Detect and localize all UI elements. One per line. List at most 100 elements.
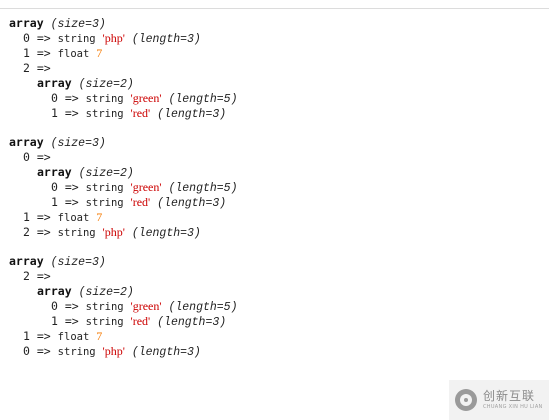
row-arrow: => bbox=[36, 61, 51, 75]
row-length: (length=5) bbox=[168, 301, 238, 314]
row-type: string bbox=[57, 346, 96, 358]
row-arrow: => bbox=[64, 106, 79, 120]
var-dump-output: array (size=3) 0 => string 'php' (length… bbox=[9, 16, 539, 373]
row-length: (length=3) bbox=[131, 227, 201, 240]
nested-array-row: 0 => string 'green' (length=5) bbox=[9, 91, 539, 106]
array-row: 2 => string 'php' (length=3) bbox=[9, 225, 539, 240]
row-key: 1 bbox=[23, 329, 30, 343]
array-row: 0 => string 'php' (length=3) bbox=[9, 31, 539, 46]
nested-array-row: 0 => string 'green' (length=5) bbox=[9, 299, 539, 314]
row-arrow: => bbox=[36, 329, 51, 343]
row-length: (length=5) bbox=[168, 93, 238, 106]
row-key: 1 bbox=[51, 195, 58, 209]
array-size: (size=3) bbox=[50, 18, 106, 31]
row-length: (length=3) bbox=[157, 197, 227, 210]
row-arrow: => bbox=[64, 195, 79, 209]
array-row: 1 => float 7 bbox=[9, 210, 539, 225]
row-key: 2 bbox=[23, 225, 30, 239]
row-key: 0 bbox=[23, 150, 30, 164]
row-string-value: 'red' bbox=[130, 106, 151, 120]
array-label: array bbox=[37, 76, 72, 90]
row-key: 0 bbox=[23, 344, 30, 358]
row-type: string bbox=[85, 108, 124, 120]
row-arrow: => bbox=[36, 210, 51, 224]
row-key: 1 bbox=[51, 314, 58, 328]
array-size: (size=3) bbox=[50, 256, 106, 269]
array-size: (size=2) bbox=[78, 78, 134, 91]
row-float-value: 7 bbox=[96, 46, 103, 60]
row-arrow: => bbox=[36, 269, 51, 283]
row-float-value: 7 bbox=[96, 329, 103, 343]
array-row: 2 => bbox=[9, 269, 539, 284]
row-arrow: => bbox=[64, 91, 79, 105]
nested-array-row: 1 => string 'red' (length=3) bbox=[9, 195, 539, 210]
array-size: (size=2) bbox=[78, 286, 134, 299]
nested-array-row: 1 => string 'red' (length=3) bbox=[9, 106, 539, 121]
row-length: (length=3) bbox=[157, 108, 227, 121]
row-type: float bbox=[57, 212, 90, 224]
row-key: 0 bbox=[51, 91, 58, 105]
row-string-value: 'red' bbox=[130, 195, 151, 209]
row-key: 1 bbox=[23, 46, 30, 60]
array-label: array bbox=[9, 135, 44, 149]
watermark-text: 创新互联 CHUANG XIN HU LIAN bbox=[483, 390, 543, 410]
row-string-value: 'php' bbox=[102, 344, 125, 358]
row-string-value: 'green' bbox=[130, 91, 162, 105]
row-float-value: 7 bbox=[96, 210, 103, 224]
row-type: string bbox=[57, 227, 96, 239]
row-key: 0 bbox=[23, 31, 30, 45]
watermark: 创新互联 CHUANG XIN HU LIAN bbox=[449, 380, 549, 420]
row-key: 0 bbox=[51, 180, 58, 194]
row-type: float bbox=[57, 48, 90, 60]
array-header: array (size=3) bbox=[9, 135, 539, 150]
row-string-value: 'green' bbox=[130, 299, 162, 313]
watermark-main: 创新互联 bbox=[483, 389, 536, 403]
row-length: (length=3) bbox=[131, 33, 201, 46]
row-arrow: => bbox=[36, 344, 51, 358]
array-label: array bbox=[37, 165, 72, 179]
nested-array-row: 0 => string 'green' (length=5) bbox=[9, 180, 539, 195]
row-key: 1 bbox=[51, 106, 58, 120]
array-row: 1 => float 7 bbox=[9, 46, 539, 61]
array-label: array bbox=[9, 254, 44, 268]
row-type: string bbox=[57, 33, 96, 45]
array-label: array bbox=[9, 16, 44, 30]
array-size: (size=2) bbox=[78, 167, 134, 180]
nested-array-header: array (size=2) bbox=[9, 165, 539, 180]
row-key: 1 bbox=[23, 210, 30, 224]
nested-array-header: array (size=2) bbox=[9, 284, 539, 299]
array-row: 2 => bbox=[9, 61, 539, 76]
row-string-value: 'red' bbox=[130, 314, 151, 328]
array-size: (size=3) bbox=[50, 137, 106, 150]
row-string-value: 'green' bbox=[130, 180, 162, 194]
dump-block-3: array (size=3) 2 => array (size=2) 0 => … bbox=[9, 254, 539, 359]
row-arrow: => bbox=[36, 225, 51, 239]
row-key: 2 bbox=[23, 61, 30, 75]
row-arrow: => bbox=[36, 31, 51, 45]
array-header: array (size=3) bbox=[9, 254, 539, 269]
row-length: (length=5) bbox=[168, 182, 238, 195]
row-type: float bbox=[57, 331, 90, 343]
nested-array-header: array (size=2) bbox=[9, 76, 539, 91]
array-row: 1 => float 7 bbox=[9, 329, 539, 344]
dump-block-1: array (size=3) 0 => string 'php' (length… bbox=[9, 16, 539, 121]
row-arrow: => bbox=[36, 46, 51, 60]
row-string-value: 'php' bbox=[102, 31, 125, 45]
row-type: string bbox=[85, 316, 124, 328]
row-type: string bbox=[85, 93, 124, 105]
row-key: 0 bbox=[51, 299, 58, 313]
row-arrow: => bbox=[64, 299, 79, 313]
dump-block-2: array (size=3) 0 => array (size=2) 0 => … bbox=[9, 135, 539, 240]
row-length: (length=3) bbox=[131, 346, 201, 359]
cx-logo-icon bbox=[455, 389, 477, 411]
row-key: 2 bbox=[23, 269, 30, 283]
row-arrow: => bbox=[64, 180, 79, 194]
array-header: array (size=3) bbox=[9, 16, 539, 31]
row-arrow: => bbox=[36, 150, 51, 164]
watermark-sub: CHUANG XIN HU LIAN bbox=[483, 404, 543, 410]
array-label: array bbox=[37, 284, 72, 298]
nested-array-row: 1 => string 'red' (length=3) bbox=[9, 314, 539, 329]
row-type: string bbox=[85, 301, 124, 313]
row-type: string bbox=[85, 197, 124, 209]
row-length: (length=3) bbox=[157, 316, 227, 329]
